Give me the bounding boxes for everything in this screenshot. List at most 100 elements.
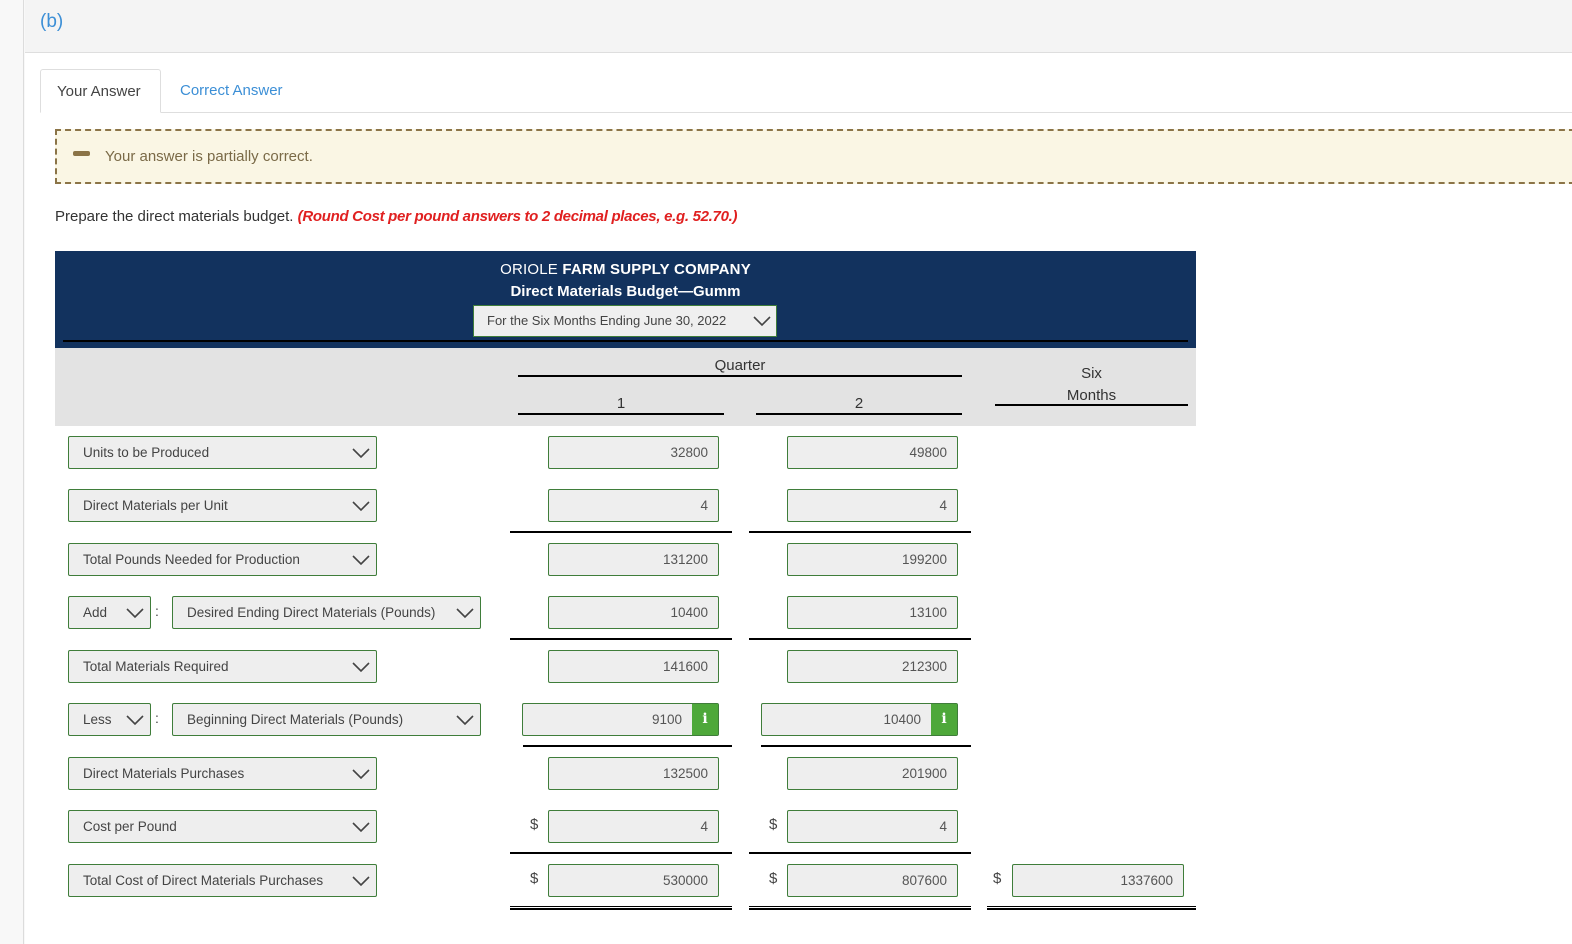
- line-item-select[interactable]: Desired Ending Direct Materials (Pounds): [172, 596, 481, 629]
- line-item-label: Total Cost of Direct Materials Purchases: [83, 873, 324, 888]
- q1-subtotal-rule: [523, 745, 732, 747]
- line-item-select[interactable]: Units to be Produced: [68, 436, 377, 469]
- q1-subtotal-rule: [510, 638, 732, 640]
- line-item-select[interactable]: Direct Materials Purchases: [68, 757, 377, 790]
- q2-value: 212300: [901, 659, 947, 674]
- q2-total-double-rule: [749, 906, 971, 910]
- direct-materials-budget: ORIOLE FARM SUPPLY COMPANY Direct Materi…: [55, 251, 1196, 944]
- q2-input[interactable]: 10400 i: [761, 703, 958, 736]
- q1-input[interactable]: 9100 i: [522, 703, 719, 736]
- colon-separator: :: [155, 603, 159, 619]
- chevron-down-icon: [753, 316, 771, 327]
- q1-value: 10400: [670, 605, 708, 620]
- q1-value: 32800: [670, 445, 708, 460]
- q2-input[interactable]: 4: [787, 810, 958, 843]
- budget-rows: Units to be Produced 32800 49800 Direct …: [55, 426, 1196, 944]
- q1-input[interactable]: 32800: [548, 436, 719, 469]
- line-item-label: Units to be Produced: [83, 445, 210, 460]
- q1-subtotal-rule: [510, 531, 732, 533]
- chevron-down-icon: [126, 715, 144, 726]
- line-item-label: Cost per Pound: [83, 819, 177, 834]
- q1-input[interactable]: 530000: [548, 864, 719, 897]
- line-item-label: Direct Materials per Unit: [83, 498, 228, 513]
- line-item-select[interactable]: Total Materials Required: [68, 650, 377, 683]
- q1-value: 4: [700, 819, 708, 834]
- tab-your-answer[interactable]: Your Answer: [40, 69, 161, 113]
- q1-input[interactable]: 132500: [548, 757, 719, 790]
- q2-input[interactable]: 49800: [787, 436, 958, 469]
- currency-symbol: $: [530, 816, 539, 833]
- q2-input[interactable]: 13100: [787, 596, 958, 629]
- quarter-underline: [518, 375, 962, 377]
- feedback-banner: Your answer is partially correct.: [55, 129, 1572, 184]
- chevron-down-icon: [456, 715, 474, 726]
- column-headers: Quarter 1 2 Six Months: [55, 348, 1196, 426]
- instructions-text: Prepare the direct materials budget.: [55, 208, 298, 225]
- company-name: ORIOLE FARM SUPPLY COMPANY: [55, 261, 1196, 278]
- q1-input[interactable]: 4: [548, 489, 719, 522]
- company-name-bold: FARM SUPPLY COMPANY: [562, 261, 751, 278]
- q2-subtotal-rule: [749, 638, 971, 640]
- chevron-down-icon: [456, 608, 474, 619]
- chevron-down-icon: [352, 822, 370, 833]
- operator-select[interactable]: Add: [68, 596, 151, 629]
- tab-correct-answer[interactable]: Correct Answer: [164, 69, 299, 113]
- chevron-down-icon: [352, 769, 370, 780]
- q1-total-double-rule: [510, 906, 732, 910]
- q2-input[interactable]: 201900: [787, 757, 958, 790]
- six-months-value: 1337600: [1120, 873, 1173, 888]
- q1-value: 9100: [651, 712, 682, 727]
- q2-subtotal-rule: [749, 531, 971, 533]
- q1-value: 141600: [662, 659, 708, 674]
- six-months-header-line2: Months: [1066, 387, 1117, 404]
- chevron-down-icon: [352, 555, 370, 566]
- line-item-label: Total Pounds Needed for Production: [83, 552, 300, 567]
- q2-value: 199200: [901, 552, 947, 567]
- q2-input[interactable]: 212300: [787, 650, 958, 683]
- info-icon[interactable]: i: [692, 704, 718, 735]
- line-item-select[interactable]: Total Cost of Direct Materials Purchases: [68, 864, 377, 897]
- operator-select[interactable]: Less: [68, 703, 151, 736]
- budget-title: Direct Materials Budget—Gumm: [510, 283, 741, 300]
- line-item-select[interactable]: Direct Materials per Unit: [68, 489, 377, 522]
- currency-symbol: $: [530, 870, 539, 887]
- line-item-label: Direct Materials Purchases: [83, 766, 245, 781]
- q2-value: 201900: [901, 766, 947, 781]
- q1-input[interactable]: 141600: [548, 650, 719, 683]
- q1-value: 132500: [662, 766, 708, 781]
- line-item-select[interactable]: Beginning Direct Materials (Pounds): [172, 703, 481, 736]
- left-gutter: [0, 0, 24, 944]
- six-months-total-double-rule: [987, 906, 1196, 910]
- q2-input[interactable]: 807600: [787, 864, 958, 897]
- operator-label: Add: [83, 605, 108, 620]
- q2-value: 13100: [909, 605, 947, 620]
- question-part: (b) Your Answer Correct Answer Your answ…: [25, 0, 1572, 944]
- q2-value: 4: [939, 819, 947, 834]
- q2-value: 807600: [901, 873, 947, 888]
- line-item-label: Total Materials Required: [83, 659, 229, 674]
- q1-value: 4: [700, 498, 708, 513]
- line-item-select[interactable]: Cost per Pound: [68, 810, 377, 843]
- line-item-select[interactable]: Total Pounds Needed for Production: [68, 543, 377, 576]
- chevron-down-icon: [352, 448, 370, 459]
- q1-input[interactable]: 131200: [548, 543, 719, 576]
- part-header: (b): [25, 0, 1572, 53]
- q2-underline: [756, 413, 962, 415]
- q2-input[interactable]: 4: [787, 489, 958, 522]
- q1-value: 131200: [662, 552, 708, 567]
- q2-value: 49800: [909, 445, 947, 460]
- q1-input[interactable]: 4: [548, 810, 719, 843]
- q2-input[interactable]: 199200: [787, 543, 958, 576]
- operator-label: Less: [83, 712, 112, 727]
- info-icon[interactable]: i: [931, 704, 957, 735]
- q1-input[interactable]: 10400: [548, 596, 719, 629]
- period-select[interactable]: For the Six Months Ending June 30, 2022: [473, 305, 777, 337]
- partial-correct-icon: [73, 151, 90, 156]
- six-months-input[interactable]: 1337600: [1012, 864, 1184, 897]
- q2-header: 2: [854, 395, 864, 412]
- period-select-value: For the Six Months Ending June 30, 2022: [487, 313, 727, 328]
- company-name-prefix: ORIOLE: [500, 261, 563, 278]
- colon-separator: :: [155, 710, 159, 726]
- q1-underline: [518, 413, 724, 415]
- budget-header: ORIOLE FARM SUPPLY COMPANY Direct Materi…: [55, 251, 1196, 348]
